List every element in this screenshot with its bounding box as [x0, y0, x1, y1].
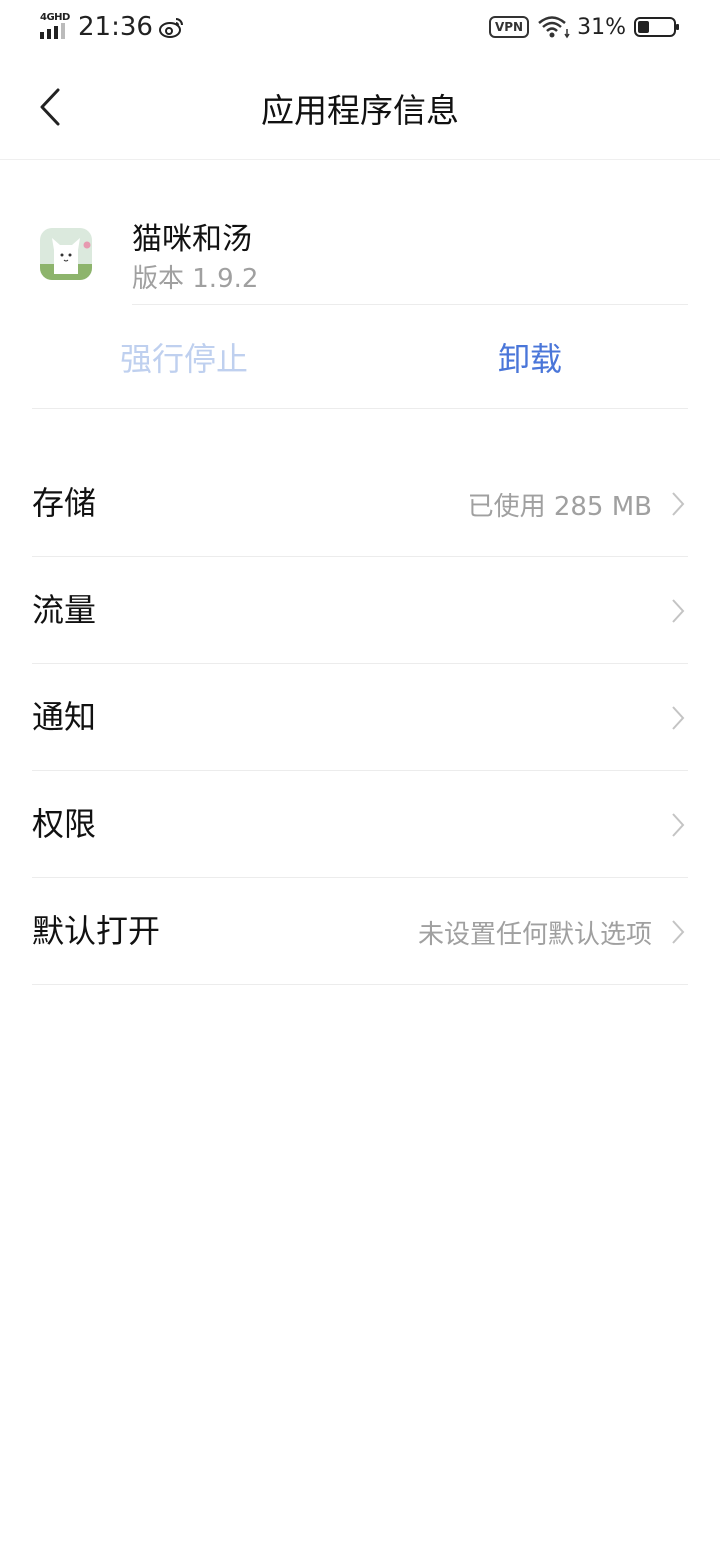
settings-row-data-usage[interactable]: 流量 — [32, 557, 688, 664]
row-label: 通知 — [32, 698, 97, 736]
force-stop-button[interactable]: 强行停止 — [120, 334, 248, 380]
settings-list: 存储 已使用 285 MB 流量 通知 权限 默认打开 未设置任何默认选项 — [32, 450, 688, 985]
weibo-icon — [158, 18, 183, 38]
status-bar-left: 4GHD 21:36 — [38, 10, 185, 44]
app-name: 猫咪和汤 — [132, 222, 252, 257]
app-version: 版本 1.9.2 — [132, 264, 259, 294]
status-time: 21:36 — [78, 12, 153, 42]
action-row: 强行停止 卸载 — [0, 326, 720, 386]
cat-app-icon — [40, 228, 92, 280]
chevron-right-icon — [672, 599, 685, 623]
app-info-block: 猫咪和汤 版本 1.9.2 强行停止 卸载 — [0, 160, 720, 410]
signal-icon: 4GHD — [38, 12, 72, 42]
battery-icon — [634, 17, 679, 37]
app-info-screen: 4GHD 21:36 VPN 31% 应用程序信息 猫咪和汤 版本 1.9.2 … — [0, 0, 720, 1544]
settings-row-storage[interactable]: 存储 已使用 285 MB — [32, 450, 688, 557]
battery-percent: 31% — [577, 14, 626, 40]
row-label: 存储 — [32, 484, 97, 522]
header-bar: 应用程序信息 — [0, 54, 720, 160]
settings-row-open-by-default[interactable]: 默认打开 未设置任何默认选项 — [32, 878, 688, 985]
row-label: 权限 — [32, 805, 97, 843]
row-value: 未设置任何默认选项 — [417, 920, 652, 950]
chevron-right-icon — [672, 706, 685, 730]
row-label: 默认打开 — [32, 912, 161, 950]
chevron-right-icon — [672, 813, 685, 837]
row-label: 流量 — [32, 591, 97, 629]
uninstall-button[interactable]: 卸载 — [498, 334, 562, 380]
chevron-right-icon — [672, 920, 685, 944]
page-title: 应用程序信息 — [261, 91, 459, 130]
settings-row-notifications[interactable]: 通知 — [32, 664, 688, 771]
status-bar-right: VPN 31% — [488, 10, 680, 44]
settings-row-permissions[interactable]: 权限 — [32, 771, 688, 878]
divider — [32, 408, 688, 409]
network-type: 4GHD — [40, 12, 70, 23]
vpn-icon: VPN — [488, 16, 530, 38]
divider — [132, 304, 688, 305]
row-value: 已使用 285 MB — [467, 492, 652, 522]
wifi-icon — [538, 16, 570, 39]
chevron-right-icon — [672, 492, 685, 516]
status-bar: 4GHD 21:36 VPN 31% — [0, 0, 720, 54]
